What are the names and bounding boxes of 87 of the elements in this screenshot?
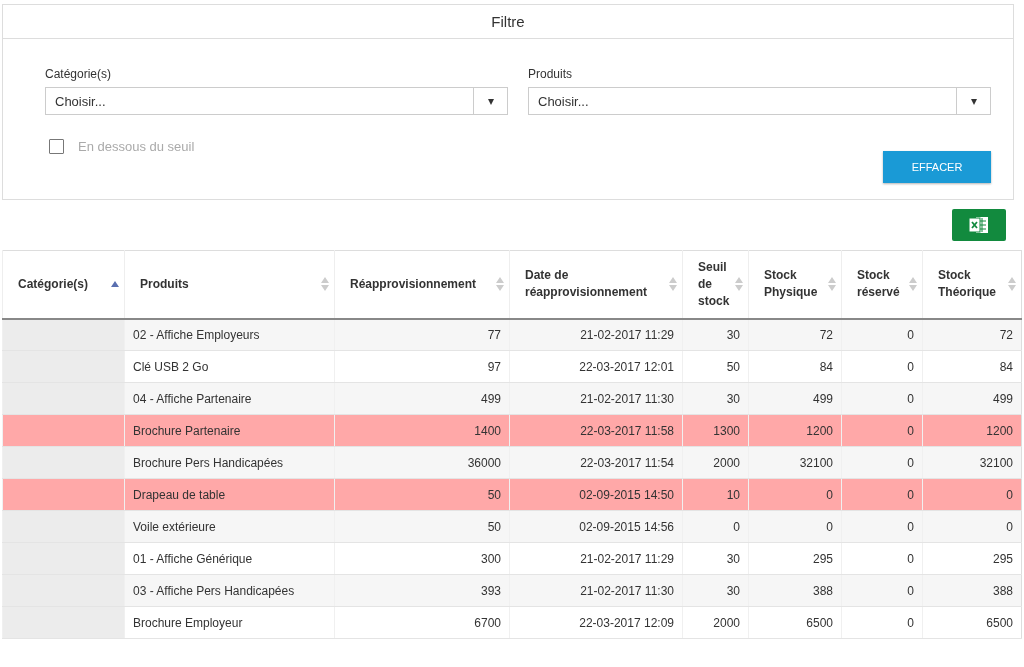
table-cell: 30	[682, 574, 749, 607]
table-cell: 0	[748, 510, 842, 543]
table-cell: 0	[841, 414, 923, 447]
table-cell: 499	[334, 382, 510, 415]
table-cell: 388	[748, 574, 842, 607]
table-cell: 32100	[748, 446, 842, 479]
table-cell: 21-02-2017 11:30	[509, 574, 683, 607]
table-cell: 0	[841, 350, 923, 383]
table-cell: 0	[841, 606, 923, 639]
table-cell: Brochure Partenaire	[124, 414, 335, 447]
table-cell: 21-02-2017 11:30	[509, 382, 683, 415]
table-cell: 03 - Affiche Pers Handicapées	[124, 574, 335, 607]
table-cell: 72	[748, 318, 842, 351]
column-header[interactable]: Réapprovisionnement	[334, 250, 510, 319]
table-cell: 2000	[682, 606, 749, 639]
table-cell: 0	[682, 510, 749, 543]
panel-title: Filtre	[3, 5, 1013, 39]
field-label: Produits	[528, 67, 574, 81]
table-cell: 50	[682, 350, 749, 383]
table-cell: 50	[334, 478, 510, 511]
table-cell: 499	[748, 382, 842, 415]
table-cell: 22-03-2017 11:54	[509, 446, 683, 479]
table-cell: 72	[922, 318, 1022, 351]
checkbox[interactable]	[49, 139, 64, 154]
table-cell: 499	[922, 382, 1022, 415]
table-cell: 21-02-2017 11:29	[509, 542, 683, 575]
table-cell: Voile extérieure	[124, 510, 335, 543]
table-cell: 02-09-2015 14:50	[509, 478, 683, 511]
table-cell: 50	[334, 510, 510, 543]
table-cell: 6500	[748, 606, 842, 639]
table-cell: 77	[334, 318, 510, 351]
table-cell: 1300	[682, 414, 749, 447]
table-cell: 84	[922, 350, 1022, 383]
table-cell: 0	[841, 478, 923, 511]
table-cell: 97	[334, 350, 510, 383]
table-cell: 0	[841, 382, 923, 415]
table-cell: 0	[841, 446, 923, 479]
table-cell: 30	[682, 318, 749, 351]
table-cell: 6700	[334, 606, 510, 639]
table-cell: 295	[748, 542, 842, 575]
field-label: Catégorie(s)	[45, 67, 113, 81]
table-cell: 02 - Affiche Employeurs	[124, 318, 335, 351]
table-cell: 30	[682, 542, 749, 575]
table-cell: 10	[682, 478, 749, 511]
table-cell: 0	[841, 542, 923, 575]
table-cell: 1200	[748, 414, 842, 447]
column-header[interactable]: Produits	[124, 250, 335, 319]
table-cell: 30	[682, 382, 749, 415]
table-cell: Clé USB 2 Go	[124, 350, 335, 383]
table-cell: 388	[922, 574, 1022, 607]
table-cell: 21-02-2017 11:29	[509, 318, 683, 351]
column-header[interactable]: Stock réservé	[841, 250, 923, 319]
select-field[interactable]: Choisir... ▾	[528, 87, 991, 115]
column-header[interactable]: Seuil de stock	[682, 250, 749, 319]
table-cell: 22-03-2017 11:58	[509, 414, 683, 447]
table-cell: 84	[748, 350, 842, 383]
table-cell: 0	[748, 478, 842, 511]
table-cell: Brochure Employeur	[124, 606, 335, 639]
column-header[interactable]: Catégorie(s)	[2, 250, 125, 319]
column-header[interactable]: Date de réapprovisionnement	[509, 250, 683, 319]
table-cell: 6500	[922, 606, 1022, 639]
table-cell: 01 - Affiche Générique	[124, 542, 335, 575]
table-cell: 295	[922, 542, 1022, 575]
export-button[interactable]	[952, 209, 1006, 241]
checkbox-label: En dessous du seuil	[78, 139, 195, 154]
table-cell: 36000	[334, 446, 510, 479]
table-cell: 22-03-2017 12:09	[509, 606, 683, 639]
table-cell: 0	[841, 574, 923, 607]
select-field[interactable]: Choisir... ▾	[45, 87, 508, 115]
table-cell: Drapeau de table	[124, 478, 335, 511]
table-cell: 0	[922, 510, 1022, 543]
table-cell: 393	[334, 574, 510, 607]
spreadsheet-icon	[968, 215, 990, 235]
table-cell: 0	[841, 318, 923, 351]
table-cell: 02-09-2015 14:56	[509, 510, 683, 543]
table-cell: 0	[841, 510, 923, 543]
column-header[interactable]: Stock Théorique	[922, 250, 1022, 319]
table-cell: 1200	[922, 414, 1022, 447]
table-cell: Brochure Pers Handicapées	[124, 446, 335, 479]
table-cell: 0	[922, 478, 1022, 511]
table-cell: 2000	[682, 446, 749, 479]
table-cell: 32100	[922, 446, 1022, 479]
table-cell: 300	[334, 542, 510, 575]
table-cell: 1400	[334, 414, 510, 447]
column-header[interactable]: Stock Physique	[748, 250, 842, 319]
table-cell: 22-03-2017 12:01	[509, 350, 683, 383]
table-cell: 04 - Affiche Partenaire	[124, 382, 335, 415]
